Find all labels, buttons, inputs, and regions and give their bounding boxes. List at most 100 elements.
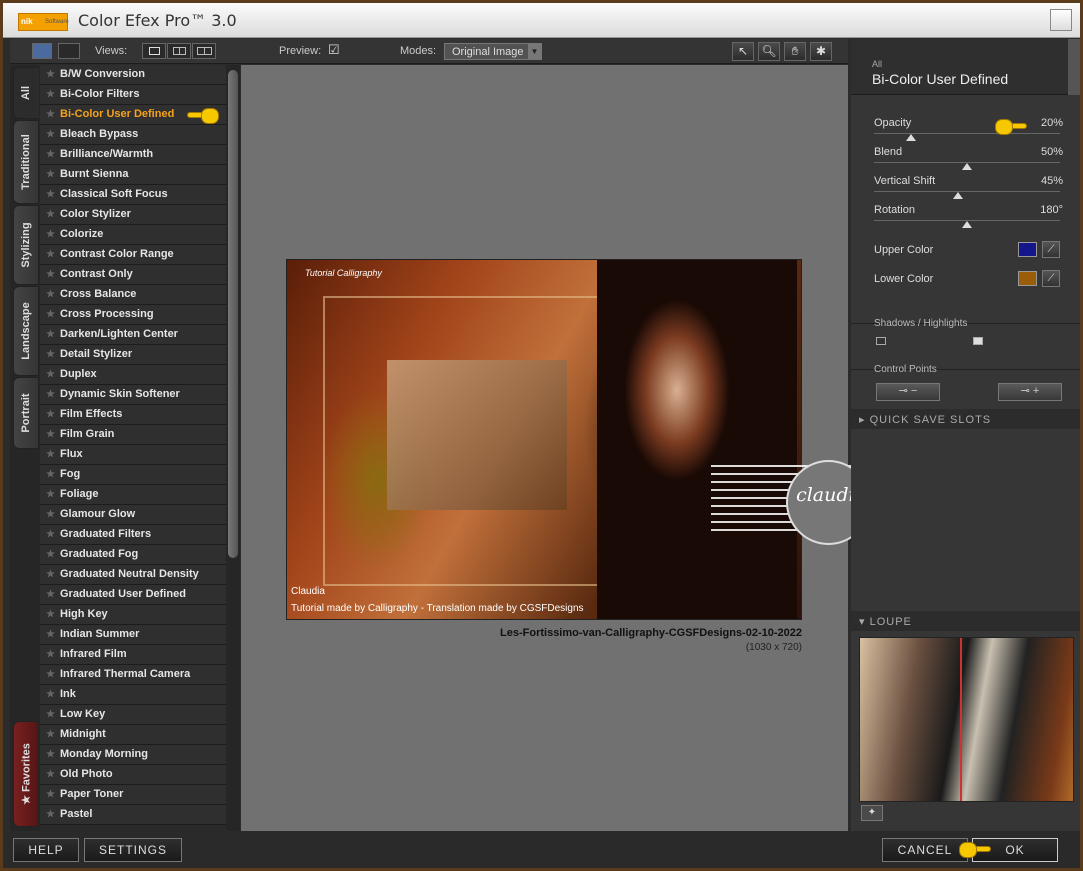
- tab-all[interactable]: All: [13, 67, 39, 119]
- slider-track[interactable]: [874, 191, 1060, 192]
- star-icon[interactable]: ★: [46, 445, 55, 464]
- add-control-point-button[interactable]: ⊸ +: [998, 383, 1062, 401]
- filter-item[interactable]: ★ Monday Morning: [40, 745, 226, 765]
- star-icon[interactable]: ★: [46, 565, 55, 584]
- filter-item[interactable]: ★ Burnt Sienna: [40, 165, 226, 185]
- upper-color-swatch[interactable]: [1018, 242, 1037, 257]
- star-icon[interactable]: ★: [46, 545, 55, 564]
- slider-track[interactable]: [874, 133, 1060, 134]
- filter-item[interactable]: ★ Old Photo: [40, 765, 226, 785]
- preview-checkbox[interactable]: ☑: [328, 42, 340, 58]
- star-icon[interactable]: ★: [46, 485, 55, 504]
- filter-item[interactable]: ★ Graduated Neutral Density: [40, 565, 226, 585]
- star-icon[interactable]: ★: [46, 285, 55, 304]
- filter-list-scrollbar[interactable]: [226, 65, 240, 831]
- close-button[interactable]: [1050, 9, 1072, 31]
- quick-save-slots-header[interactable]: ▸ QUICK SAVE SLOTS: [851, 409, 1080, 429]
- settings-button[interactable]: SETTINGS: [84, 838, 182, 862]
- filter-item[interactable]: ★ Infrared Thermal Camera: [40, 665, 226, 685]
- filter-item[interactable]: ★ Bleach Bypass: [40, 125, 226, 145]
- filter-item[interactable]: ★ Detail Stylizer: [40, 345, 226, 365]
- star-icon[interactable]: ★: [46, 65, 55, 84]
- filter-item[interactable]: ★ Darken/Lighten Center: [40, 325, 226, 345]
- filter-item[interactable]: ★ Glamour Glow: [40, 505, 226, 525]
- filter-item[interactable]: ★ B/W Conversion: [40, 65, 226, 85]
- filter-item[interactable]: ★ Film Grain: [40, 425, 226, 445]
- eyedropper-icon[interactable]: ⟋: [1042, 241, 1060, 258]
- slider-thumb[interactable]: [962, 163, 972, 170]
- star-icon[interactable]: ★: [46, 685, 55, 704]
- star-icon[interactable]: ★: [46, 125, 55, 144]
- slider-thumb[interactable]: [962, 221, 972, 228]
- hand-tool-icon[interactable]: ✋︎: [784, 42, 806, 61]
- remove-control-point-button[interactable]: ⊸ −: [876, 383, 940, 401]
- filter-item[interactable]: ★ Graduated User Defined: [40, 585, 226, 605]
- filter-item[interactable]: ★ Classical Soft Focus: [40, 185, 226, 205]
- filter-item[interactable]: ★ Brilliance/Warmth: [40, 145, 226, 165]
- filter-item[interactable]: ★ Duplex: [40, 365, 226, 385]
- tab-traditional[interactable]: Traditional: [13, 120, 39, 204]
- pin-icon[interactable]: ✦: [861, 805, 883, 821]
- filter-item[interactable]: ★ Dynamic Skin Softener: [40, 385, 226, 405]
- filter-item[interactable]: ★ Film Effects: [40, 405, 226, 425]
- star-icon[interactable]: ★: [46, 205, 55, 224]
- star-icon[interactable]: ★: [46, 765, 55, 784]
- preview-canvas[interactable]: Tutorial Calligraphy Claudia Tutorial ma…: [241, 65, 921, 831]
- filter-item[interactable]: ★ Cross Balance: [40, 285, 226, 305]
- filter-item[interactable]: ★ Infrared Film: [40, 645, 226, 665]
- star-icon[interactable]: ★: [46, 785, 55, 804]
- tab-portrait[interactable]: Portrait: [13, 377, 39, 449]
- lower-color-swatch[interactable]: [1018, 271, 1037, 286]
- filter-item[interactable]: ★ Paper Toner: [40, 785, 226, 805]
- filter-item[interactable]: ★ Indian Summer: [40, 625, 226, 645]
- filter-item[interactable]: ★ Cross Processing: [40, 305, 226, 325]
- panel-scrollbar[interactable]: [1068, 39, 1080, 95]
- star-icon[interactable]: ★: [46, 805, 55, 824]
- control-points-label[interactable]: Control Points: [874, 364, 937, 375]
- view-filmstrip-button[interactable]: [32, 43, 52, 59]
- star-icon[interactable]: ★: [46, 625, 55, 644]
- star-icon[interactable]: ★: [46, 105, 55, 124]
- star-icon[interactable]: ★: [46, 225, 55, 244]
- view-split-button[interactable]: [167, 43, 191, 59]
- pointer-tool-icon[interactable]: ↖: [732, 42, 754, 61]
- slider-thumb[interactable]: [952, 192, 963, 199]
- star-icon[interactable]: ★: [46, 145, 55, 164]
- slider-thumb[interactable]: [906, 134, 917, 141]
- star-icon[interactable]: ★: [46, 605, 55, 624]
- filter-item[interactable]: ★ Low Key: [40, 705, 226, 725]
- filter-item[interactable]: ★ Pastel: [40, 805, 226, 825]
- scrollbar-thumb[interactable]: [228, 70, 238, 558]
- tab-landscape[interactable]: Landscape: [13, 286, 39, 376]
- filter-item[interactable]: ★ Foliage: [40, 485, 226, 505]
- shadows-highlights-label[interactable]: Shadows / Highlights: [874, 318, 967, 329]
- filter-item[interactable]: ★ Fog: [40, 465, 226, 485]
- filter-item[interactable]: ★ Contrast Only: [40, 265, 226, 285]
- star-icon[interactable]: ★: [46, 725, 55, 744]
- view-side-by-side-button[interactable]: [192, 43, 216, 59]
- filter-item[interactable]: ★ Bi-Color Filters: [40, 85, 226, 105]
- loupe-header[interactable]: ▾ LOUPE: [851, 611, 1080, 631]
- star-icon[interactable]: ★: [46, 185, 55, 204]
- star-icon[interactable]: ★: [46, 505, 55, 524]
- star-icon[interactable]: ★: [46, 465, 55, 484]
- star-icon[interactable]: ★: [46, 585, 55, 604]
- filter-item[interactable]: ★ Contrast Color Range: [40, 245, 226, 265]
- star-icon[interactable]: ★: [46, 85, 55, 104]
- star-icon[interactable]: ★: [46, 245, 55, 264]
- star-icon[interactable]: ★: [46, 525, 55, 544]
- filter-item[interactable]: ★ High Key: [40, 605, 226, 625]
- view-list-button[interactable]: [58, 43, 80, 59]
- star-icon[interactable]: ★: [46, 345, 55, 364]
- cancel-button[interactable]: CANCEL: [882, 838, 968, 862]
- star-icon[interactable]: ★: [46, 385, 55, 404]
- tab-stylizing[interactable]: Stylizing: [13, 205, 39, 285]
- star-icon[interactable]: ★: [46, 745, 55, 764]
- modes-select[interactable]: Original Image ▼: [444, 43, 542, 60]
- star-icon[interactable]: ★: [46, 265, 55, 284]
- filter-item[interactable]: ★ Flux: [40, 445, 226, 465]
- star-icon[interactable]: ★: [46, 325, 55, 344]
- help-button[interactable]: HELP: [13, 838, 79, 862]
- view-single-button[interactable]: [142, 43, 166, 59]
- zoom-tool-icon[interactable]: 🔍︎: [758, 42, 780, 61]
